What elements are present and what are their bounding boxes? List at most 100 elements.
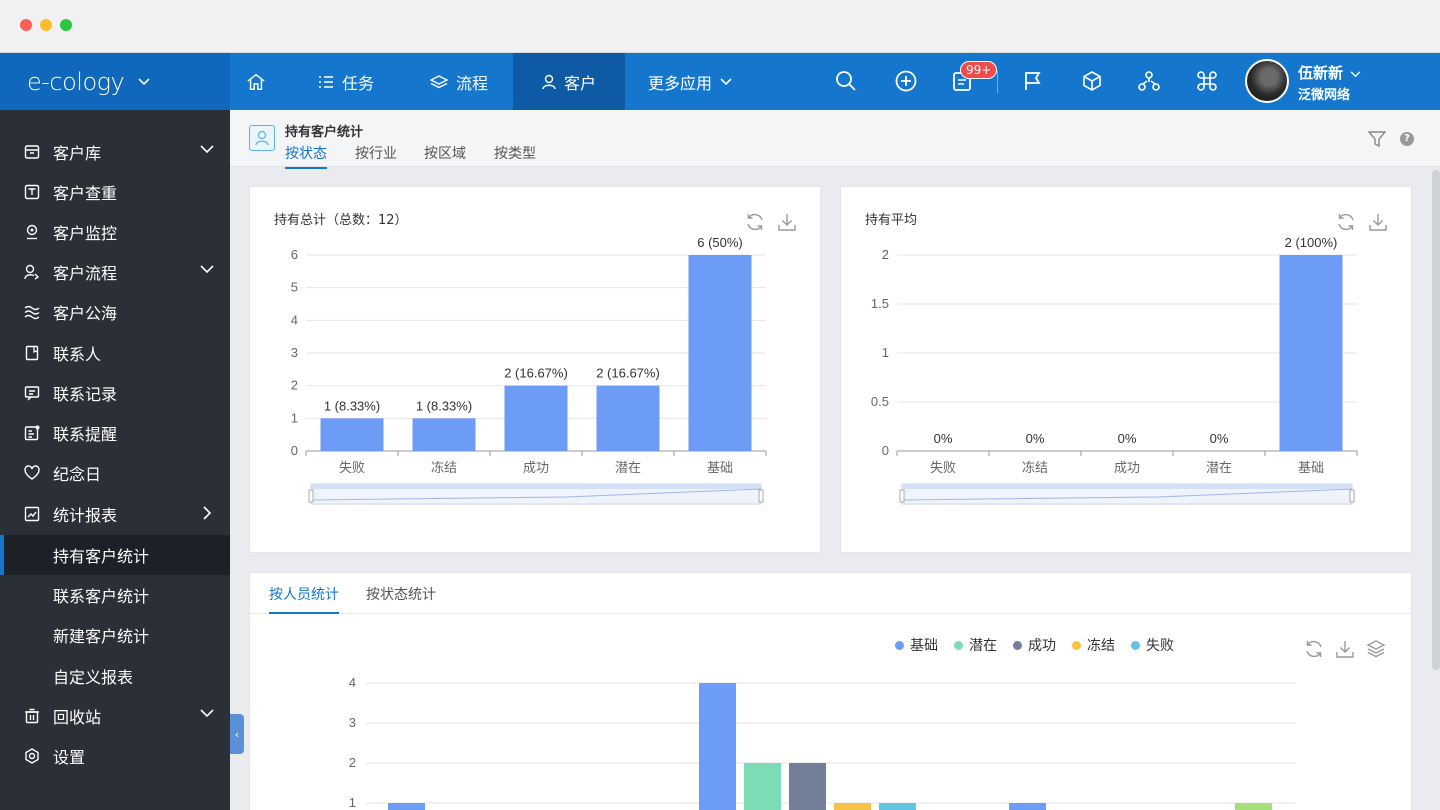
page-icon — [249, 125, 275, 151]
location-icon — [26, 224, 38, 240]
bar — [789, 763, 826, 810]
nav-tasks[interactable]: 任务 — [318, 53, 374, 110]
search-icon[interactable] — [834, 69, 858, 93]
y-tick-label: 6 — [291, 247, 298, 262]
y-tick-label: 5 — [291, 280, 298, 295]
y-tick-label: 3 — [349, 715, 356, 730]
command-icon[interactable] — [1195, 69, 1219, 93]
zoom-slider-handle-bar — [902, 484, 1352, 489]
sidebar-collapse-handle[interactable]: ‹ — [230, 714, 244, 754]
chevron-down-icon — [1350, 71, 1361, 78]
waves-icon — [24, 305, 40, 320]
bar — [744, 763, 781, 810]
chart-card-by-person: 按人员统计 按状态统计 基础 潜在 成功 冻结 失败 1234 — [249, 572, 1413, 810]
bar — [834, 803, 871, 810]
x-tick-label: 冻结 — [1022, 460, 1048, 475]
nav-more-apps[interactable]: 更多应用 — [648, 53, 732, 110]
tab-by-type[interactable]: 按类型 — [494, 143, 536, 163]
y-tick-label: 0 — [291, 443, 298, 458]
scrollbar-thumb[interactable] — [1432, 170, 1440, 670]
flow-icon — [24, 264, 40, 280]
tab-by-status[interactable]: 按状态 — [285, 143, 327, 169]
document-check-icon — [24, 184, 40, 200]
y-tick-label: 1 — [882, 345, 889, 360]
tab-by-industry[interactable]: 按行业 — [355, 143, 397, 163]
y-tick-label: 2 — [349, 755, 356, 770]
bar — [1279, 255, 1343, 451]
nav-customer[interactable]: 客户 — [513, 53, 625, 110]
data-label: 2 (16.67%) — [504, 366, 568, 381]
sidebar-item-contact-stats[interactable]: 联系客户统计 — [0, 575, 230, 615]
trash-icon — [25, 708, 39, 724]
maximize-window-button[interactable] — [60, 19, 72, 31]
help-icon[interactable]: ? — [1400, 132, 1414, 146]
bar — [699, 683, 736, 810]
chevron-down-icon — [200, 265, 214, 274]
zoom-handle-left — [308, 489, 314, 503]
page-title: 持有客户统计 — [285, 125, 364, 140]
data-label: 2 (100%) — [1285, 235, 1338, 250]
sidebar-item-duplicate-check[interactable]: 客户查重 — [0, 172, 230, 212]
y-tick-label: 1 — [291, 410, 298, 425]
sidebar-item-holding-stats[interactable]: 持有客户统计 — [0, 535, 230, 575]
sidebar-item-settings[interactable]: 设置 — [0, 736, 230, 776]
brand-logo: e-cology — [27, 67, 125, 96]
chevron-down-icon — [138, 77, 150, 85]
cube-icon[interactable] — [1080, 69, 1104, 93]
bar-chart-average: 0 0.5 1 1.5 2 0% 失败 0% 冻结 0% 成功 0% 潜在 2 (100%) 基础 — [871, 235, 1358, 505]
bar-chart-total: 0 1 2 3 4 5 6 1 (8.33%) 失败 1 (8.33%) 冻结 2 (16.67%) 成… — [291, 235, 767, 505]
data-label: 1 (8.33%) — [324, 398, 380, 413]
tab-by-region[interactable]: 按区域 — [424, 143, 466, 163]
sidebar-item-contacts[interactable]: 联系人 — [0, 333, 230, 373]
sidebar-item-recycle-bin[interactable]: 回收站 — [0, 696, 230, 736]
org-chart-icon[interactable] — [1137, 69, 1161, 93]
home-button[interactable] — [246, 53, 274, 110]
nav-tasks-label: 任务 — [342, 73, 375, 93]
sidebar-item-reports[interactable]: 统计报表 — [0, 494, 230, 534]
reminder-icon — [24, 425, 40, 441]
nav-customer-label: 客户 — [563, 73, 596, 93]
x-tick-label: 潜在 — [615, 460, 641, 475]
sidebar-item-public-pool[interactable]: 客户公海 — [0, 292, 230, 332]
chevron-down-icon — [200, 709, 214, 718]
brand-switcher[interactable]: e-cology — [0, 53, 230, 110]
filter-icon[interactable] — [1368, 130, 1386, 148]
sidebar-item-anniversary[interactable]: 纪念日 — [0, 453, 230, 493]
sidebar-item-reminders[interactable]: 联系提醒 — [0, 413, 230, 453]
notification-badge: 99+ — [960, 61, 998, 79]
flag-icon[interactable] — [1021, 69, 1045, 93]
x-tick-label: 基础 — [707, 460, 733, 475]
window-titlebar — [0, 0, 1440, 53]
sidebar-item-monitoring[interactable]: 客户监控 — [0, 212, 230, 252]
bar — [1009, 803, 1046, 810]
chevron-down-icon — [720, 77, 732, 85]
zoom-handle-right — [1349, 489, 1355, 503]
minimize-window-button[interactable] — [40, 19, 52, 31]
avatar[interactable] — [1245, 59, 1289, 103]
nav-divider — [997, 71, 998, 93]
chart-icon — [24, 506, 40, 522]
sidebar-item-contact-records[interactable]: 联系记录 — [0, 373, 230, 413]
add-icon[interactable] — [894, 69, 918, 93]
user-name[interactable]: 伍新新 — [1298, 62, 1361, 83]
nav-workflow-label: 流程 — [456, 73, 489, 93]
sidebar-item-custom-reports[interactable]: 自定义报表 — [0, 656, 230, 696]
sidebar-item-customer-library[interactable]: 客户库 — [0, 132, 230, 172]
nav-workflow[interactable]: 流程 — [430, 53, 488, 110]
bar — [320, 418, 384, 451]
close-window-button[interactable] — [20, 19, 32, 31]
user-icon — [542, 74, 556, 89]
x-tick-label: 成功 — [523, 460, 549, 475]
contact-book-icon — [25, 345, 39, 361]
bar — [688, 255, 752, 451]
data-label: 2 (16.67%) — [596, 366, 660, 381]
sidebar-item-workflow[interactable]: 客户流程 — [0, 252, 230, 292]
bar — [596, 385, 660, 451]
zoom-handle-left — [899, 489, 905, 503]
y-tick-label: 2 — [291, 378, 298, 393]
sidebar-item-new-customer-stats[interactable]: 新建客户统计 — [0, 615, 230, 655]
bar — [412, 418, 476, 451]
chevron-down-icon — [200, 145, 214, 154]
chart-card-average: 持有平均 0 0.5 1 1.5 2 0% 失败 0% 冻结 0% 成功 0% 潜在 2 (100%) 基础 — [840, 186, 1412, 553]
bar — [504, 385, 568, 451]
